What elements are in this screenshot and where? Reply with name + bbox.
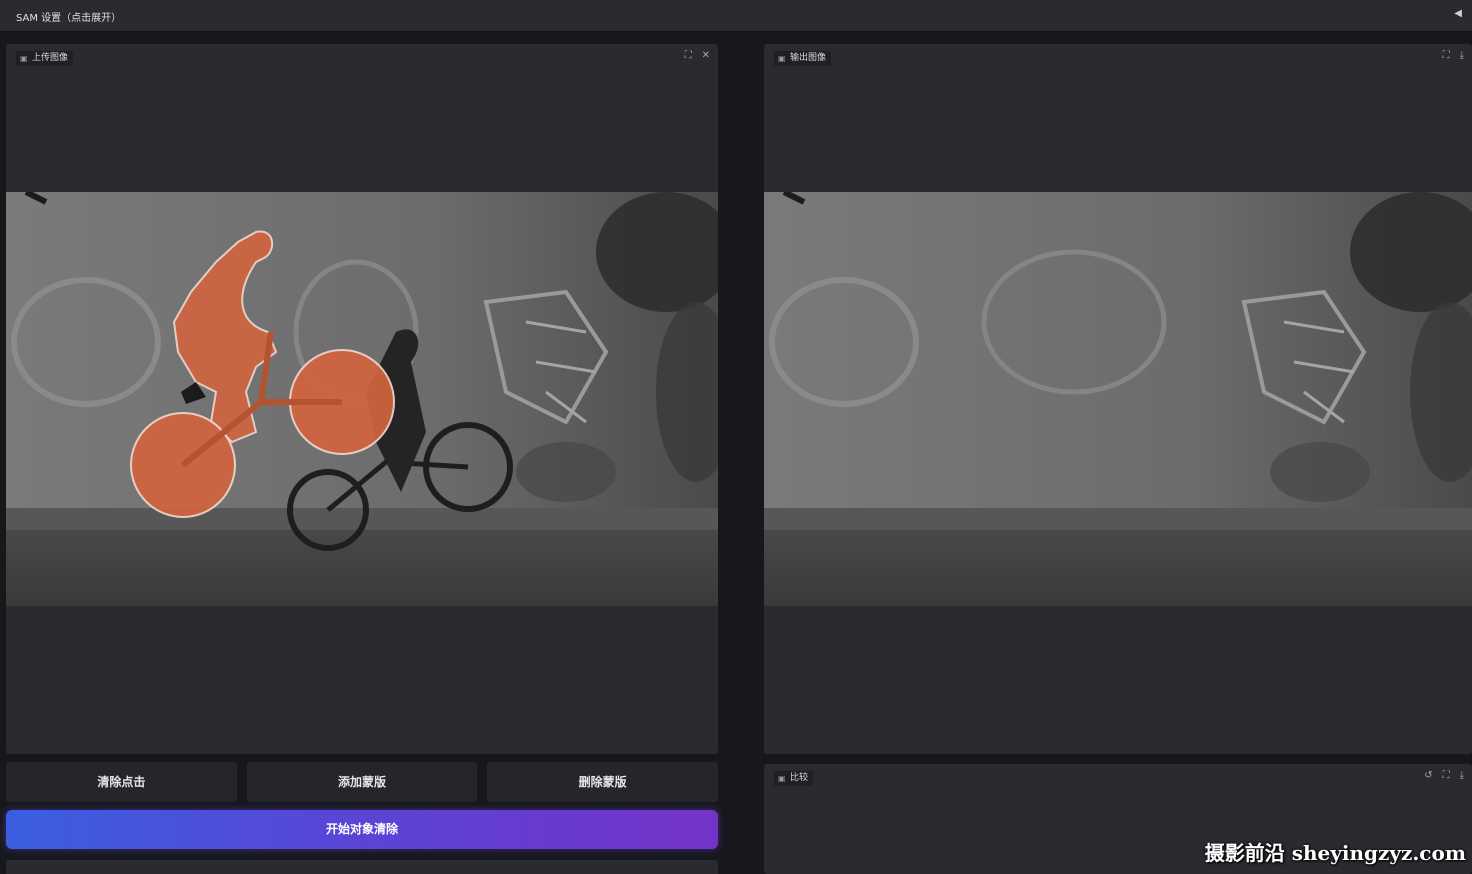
close-icon[interactable]: ✕ (702, 50, 710, 61)
output-photo-graphic (764, 192, 1472, 606)
image-icon: ▣ (778, 774, 786, 783)
output-image-label-text: 输出图像 (790, 53, 827, 63)
upload-panel-tools: ⛶ ✕ (685, 50, 710, 61)
compare-panel-tools: ↺ ⛶ ⤓ (1424, 770, 1464, 781)
expand-icon[interactable]: ⛶ (1443, 770, 1450, 781)
download-icon[interactable]: ⤓ (1460, 50, 1464, 61)
collapse-arrow-icon[interactable]: ◀ (1454, 8, 1462, 19)
output-image-label: ▣ 输出图像 (774, 51, 832, 66)
upload-image-label: ▣ 上传图像 (16, 51, 74, 66)
expand-icon[interactable]: ⛶ (1443, 50, 1450, 61)
image-icon: ▣ (778, 54, 786, 63)
add-mask-button[interactable]: 添加蒙版 (246, 762, 478, 802)
mask-action-buttons: 清除点击 添加蒙版 删除蒙版 (6, 762, 719, 802)
compare-label-text: 比较 (790, 773, 809, 783)
expand-icon[interactable]: ⛶ (685, 50, 692, 61)
clear-clicks-button[interactable]: 清除点击 (6, 762, 237, 802)
sam-settings-bar[interactable]: SAM 设置（点击展开） ◀ (0, 0, 1472, 32)
start-object-removal-button[interactable]: 开始对象清除 (6, 810, 718, 849)
upload-image-panel[interactable]: ▣ 上传图像 ⛶ ✕ (6, 44, 718, 754)
image-icon: ▣ (20, 54, 28, 63)
input-photo-graphic (6, 192, 718, 606)
compare-label: ▣ 比较 (774, 771, 814, 786)
advanced-settings-strip[interactable] (6, 860, 718, 874)
remove-mask-button[interactable]: 删除蒙版 (487, 762, 719, 802)
input-photo[interactable] (6, 192, 718, 606)
watermark: 摄影前沿 sheyingzyz.com (1204, 841, 1466, 865)
download-icon[interactable]: ⤓ (1460, 770, 1464, 781)
reset-icon[interactable]: ↺ (1424, 770, 1432, 781)
sam-settings-title: SAM 设置（点击展开） (16, 13, 122, 24)
output-panel-tools: ⛶ ⤓ (1443, 50, 1464, 61)
output-image-panel[interactable]: ▣ 输出图像 ⛶ ⤓ (764, 44, 1472, 754)
upload-image-label-text: 上传图像 (32, 53, 69, 63)
output-photo (764, 192, 1472, 606)
